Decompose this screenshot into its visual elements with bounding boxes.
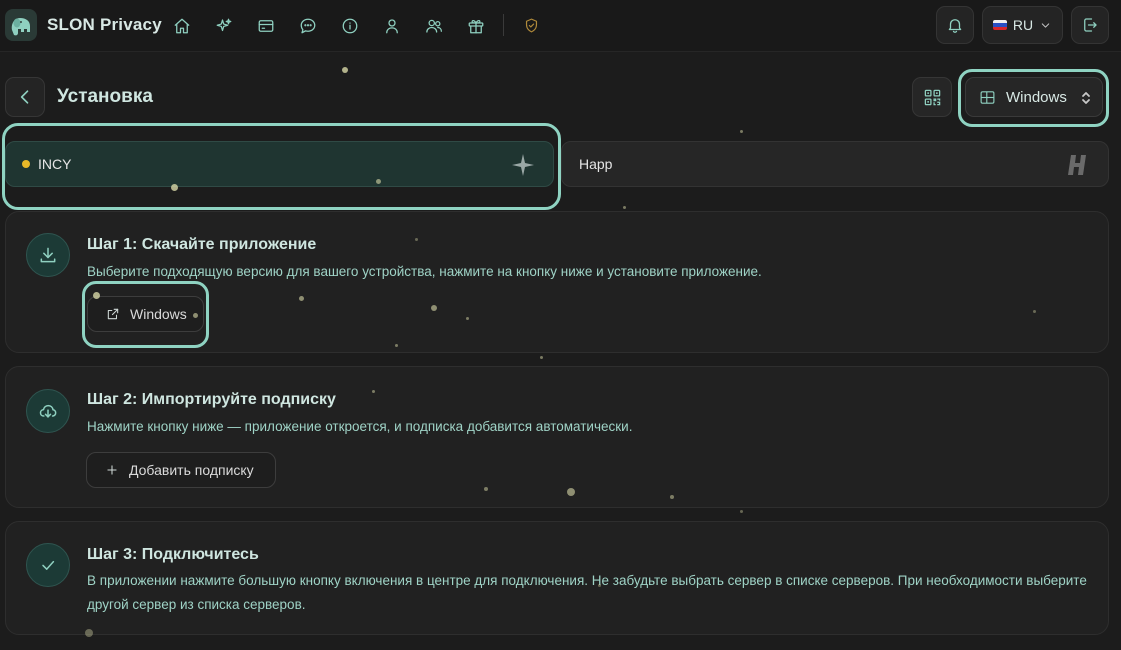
page-title: Установка (57, 86, 153, 107)
elephant-logo-icon[interactable] (5, 9, 37, 41)
incy-star-icon (512, 154, 534, 176)
step-title: Шаг 2: Импортируйте подписку (87, 391, 336, 408)
language-code: RU (1012, 17, 1034, 33)
step-card-2: Шаг 2: Импортируйте подписку Нажмите кно… (5, 366, 1109, 508)
happ-logo-icon (1068, 155, 1086, 175)
step-description: Нажмите кнопку ниже — приложение откроет… (87, 419, 633, 434)
app-tab-happ[interactable]: Happ (561, 141, 1109, 187)
notifications-button[interactable] (936, 6, 974, 44)
qr-code-icon (924, 89, 940, 105)
app-name: INCY (38, 156, 72, 172)
windows-icon (980, 90, 995, 104)
add-subscription-button[interactable]: Добавить подписку (86, 452, 276, 488)
logout-icon (1084, 18, 1097, 32)
download-icon (26, 233, 70, 277)
windows-button-highlight (82, 281, 209, 348)
russia-flag-icon (992, 20, 1007, 30)
step-description: В приложении нажмите большую кнопку вклю… (87, 573, 1087, 612)
sparkles-icon[interactable] (212, 14, 236, 38)
top-navbar: SLON Privacy RU (0, 0, 1121, 52)
step-description: Выберите подходящую версию для вашего ус… (87, 264, 762, 279)
status-dot (22, 160, 30, 168)
qr-code-button[interactable] (912, 77, 952, 117)
chevron-updown-icon (1082, 92, 1090, 104)
plus-icon (107, 465, 117, 475)
chevron-down-icon (1041, 22, 1050, 28)
chevron-left-icon (20, 90, 29, 104)
brand-name[interactable]: SLON Privacy (47, 15, 162, 35)
check-icon (26, 543, 70, 587)
nav-divider (503, 14, 504, 36)
language-select[interactable]: RU (982, 6, 1063, 44)
os-select[interactable]: Windows (965, 77, 1103, 117)
bell-icon (948, 19, 962, 33)
os-select-value: Windows (1006, 88, 1067, 106)
users-icon[interactable] (422, 14, 446, 38)
info-icon[interactable] (338, 14, 362, 38)
gift-icon[interactable] (464, 14, 488, 38)
shield-check-icon[interactable] (520, 14, 542, 36)
button-label: Добавить подписку (129, 462, 254, 478)
card-icon[interactable] (254, 14, 278, 38)
step-title: Шаг 3: Подключитесь (87, 546, 259, 563)
cloud-download-icon (26, 389, 70, 433)
chat-icon[interactable] (296, 14, 320, 38)
back-button[interactable] (5, 77, 45, 117)
home-icon[interactable] (170, 14, 194, 38)
app-tab-incy[interactable]: INCY (5, 141, 554, 187)
step-title: Шаг 1: Скачайте приложение (87, 236, 317, 253)
user-icon[interactable] (380, 14, 404, 38)
step-card-3: Шаг 3: Подключитесь В приложении нажмите… (5, 521, 1109, 635)
logout-button[interactable] (1071, 6, 1109, 44)
app-name: Happ (579, 156, 613, 172)
